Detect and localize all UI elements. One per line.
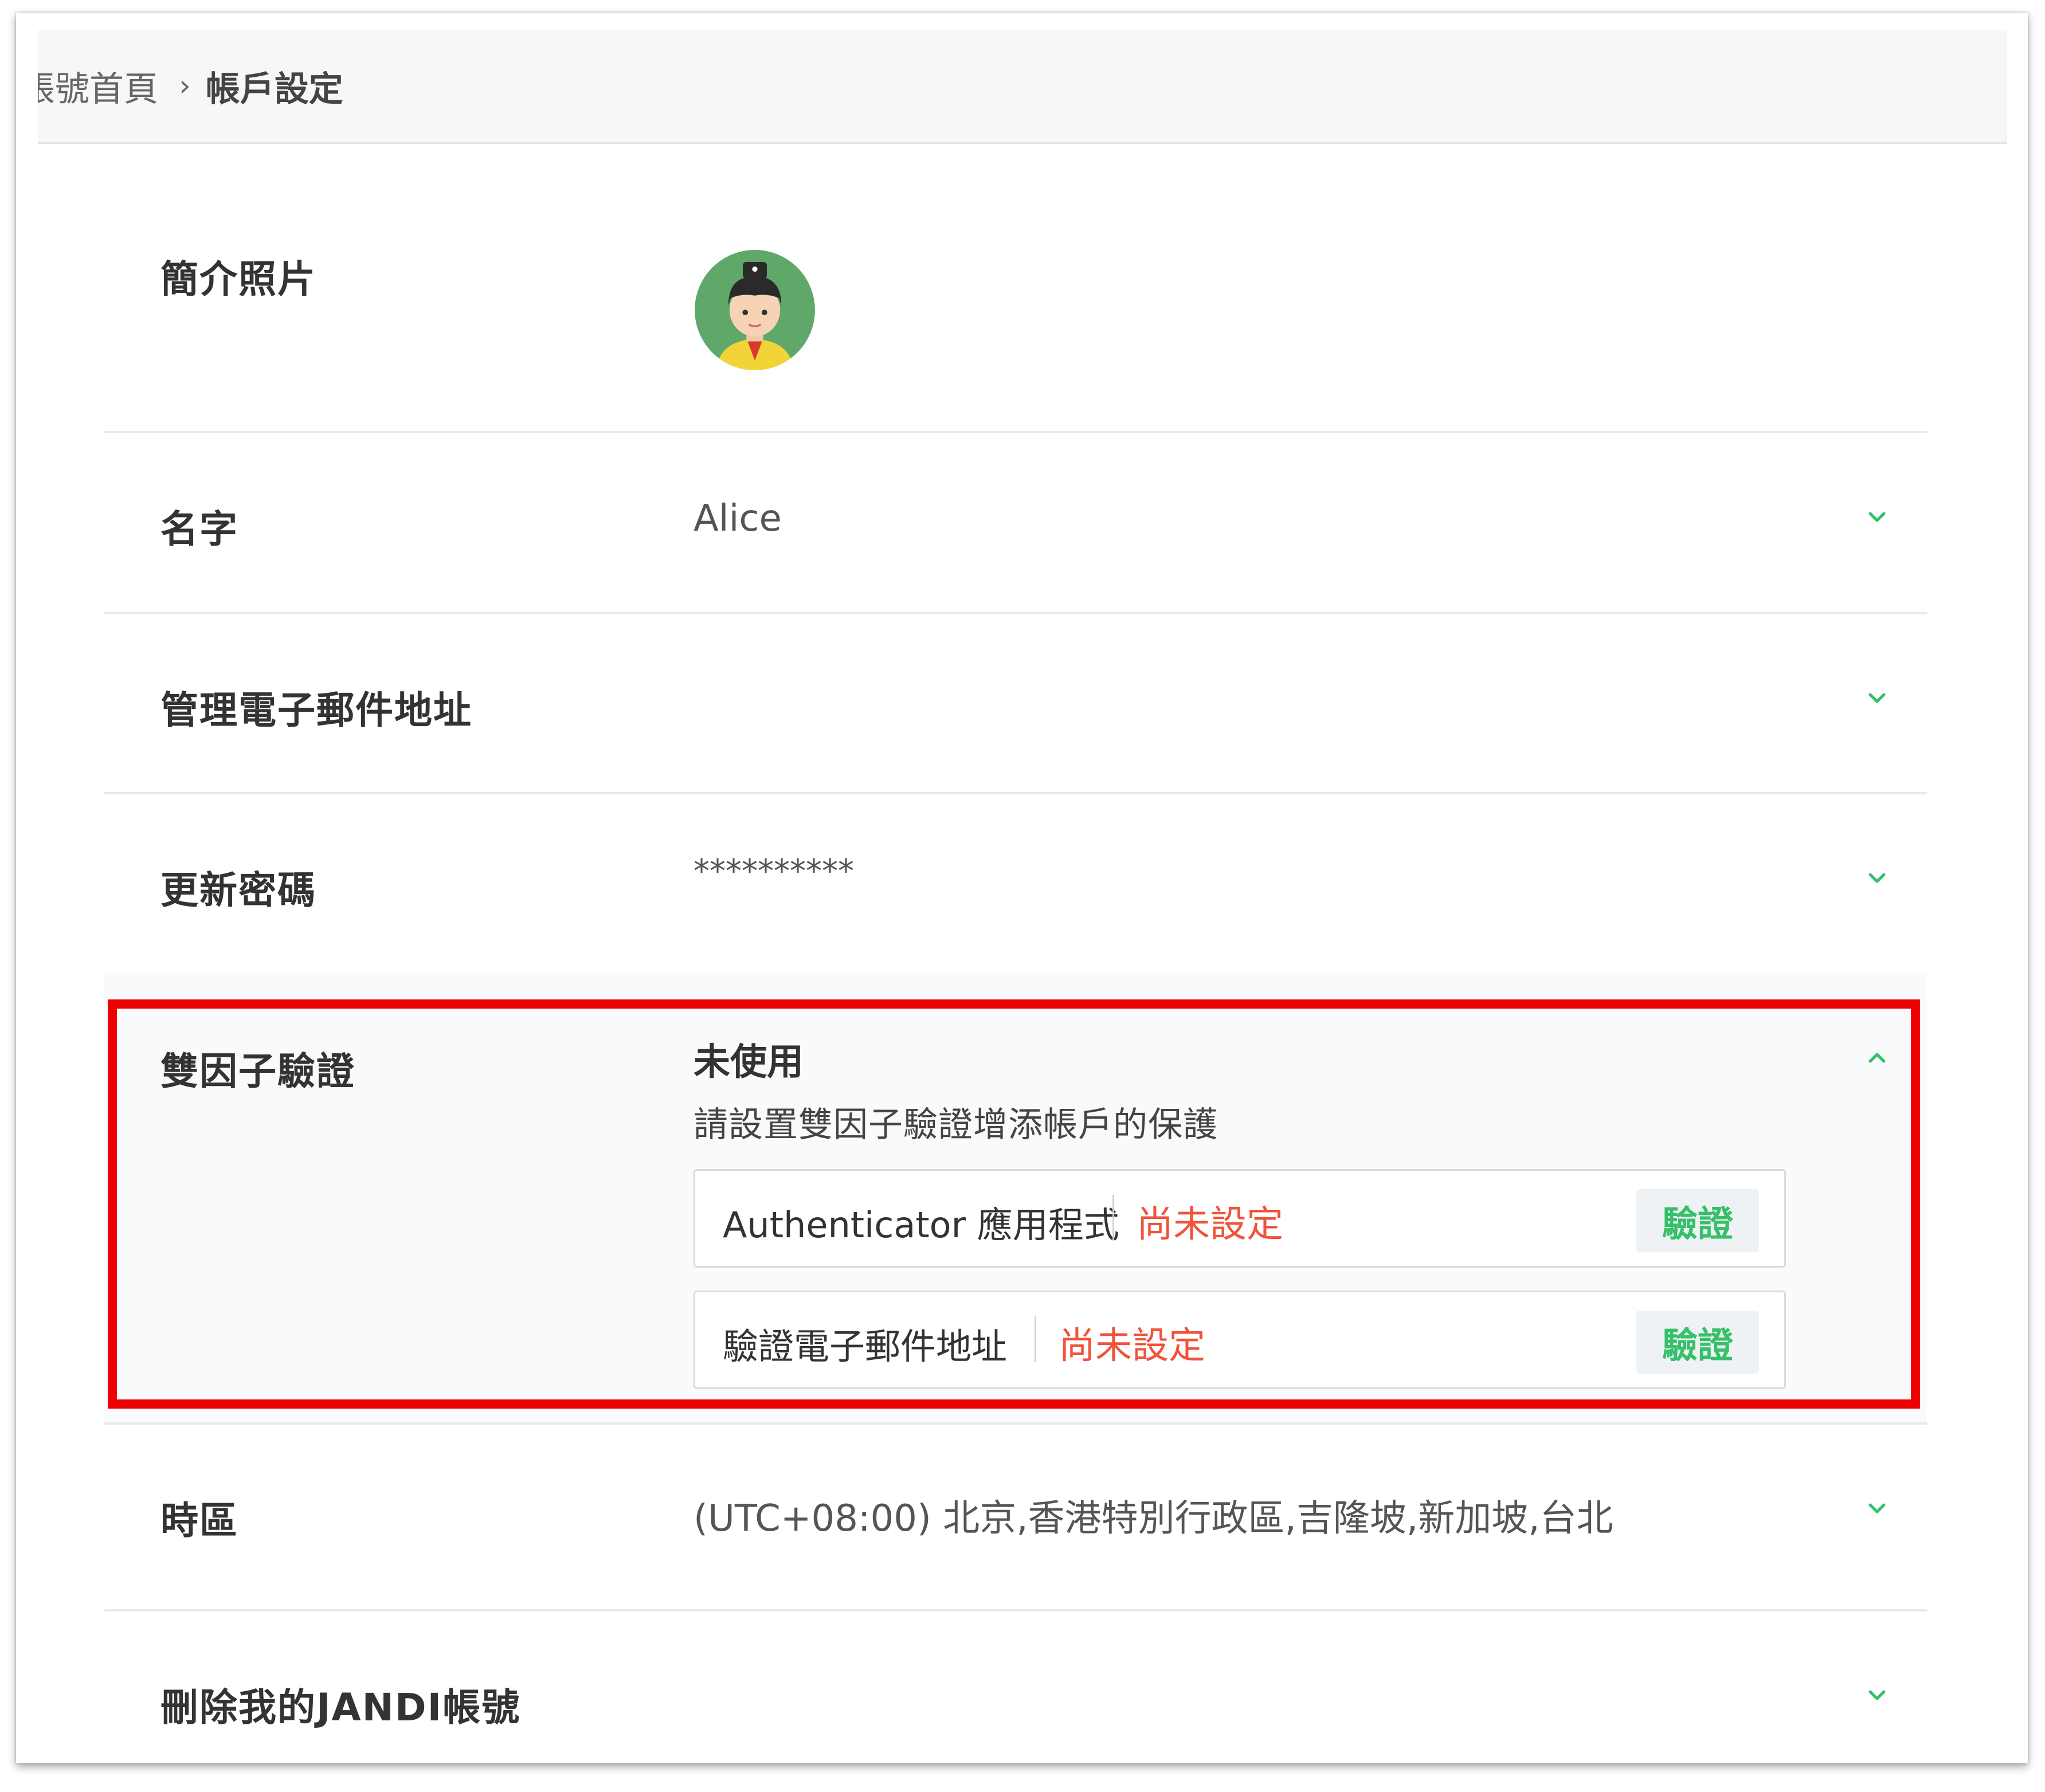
two-factor-row: 雙因子驗證 未使用 請設置雙因子驗證增添帳戶的保護 Authenticator … xyxy=(104,973,1927,1425)
breadcrumb-current: 帳戶設定 xyxy=(205,69,343,109)
two-factor-status: 未使用 xyxy=(694,1041,804,1084)
timezone-label: 時區 xyxy=(160,1499,238,1543)
email-verification-method: 驗證電子郵件地址 尚未設定 驗證 xyxy=(694,1291,1786,1389)
chevron-up-icon[interactable] xyxy=(1867,1048,1887,1067)
timezone-row[interactable]: 時區 (UTC+08:00) 北京,香港特別行政區,吉隆坡,新加坡,台北 xyxy=(104,1422,1927,1611)
name-row[interactable]: 名字 Alice xyxy=(104,431,1927,614)
breadcrumb-separator-icon: › xyxy=(179,69,191,103)
profile-photo-label: 簡介照片 xyxy=(160,257,316,301)
avatar[interactable] xyxy=(695,250,815,370)
chevron-down-icon[interactable] xyxy=(1867,1499,1887,1519)
avatar-image xyxy=(695,250,815,370)
timezone-value: (UTC+08:00) 北京,香港特別行政區,吉隆坡,新加坡,台北 xyxy=(694,1497,1613,1540)
chevron-down-icon[interactable] xyxy=(1867,508,1887,527)
admin-email-row[interactable]: 管理電子郵件地址 xyxy=(104,612,1927,794)
password-label: 更新密碼 xyxy=(160,868,316,912)
password-row[interactable]: 更新密碼 ********** xyxy=(104,792,1927,975)
name-label: 名字 xyxy=(160,507,238,551)
delete-account-label: 刪除我的JANDI帳號 xyxy=(160,1685,521,1730)
email-verification-status: 尚未設定 xyxy=(1059,1325,1205,1367)
admin-email-label: 管理電子郵件地址 xyxy=(160,688,472,732)
name-value: Alice xyxy=(694,497,782,540)
breadcrumb: 帳號首頁 › 帳戶設定 xyxy=(38,30,2007,144)
two-factor-label: 雙因子驗證 xyxy=(160,1049,355,1093)
method-divider xyxy=(1035,1316,1036,1362)
two-factor-description: 請設置雙因子驗證增添帳戶的保護 xyxy=(694,1105,1218,1145)
breadcrumb-home-link[interactable]: 帳號首頁 xyxy=(38,61,158,111)
authenticator-app-label: Authenticator 應用程式 xyxy=(723,1204,1119,1246)
method-divider xyxy=(1112,1195,1114,1241)
chevron-down-icon[interactable] xyxy=(1867,689,1887,708)
chevron-down-icon[interactable] xyxy=(1867,1686,1887,1705)
verify-email-button[interactable]: 驗證 xyxy=(1636,1311,1759,1374)
verify-authenticator-button[interactable]: 驗證 xyxy=(1636,1189,1759,1252)
profile-photo-row: 簡介照片 xyxy=(104,158,1927,433)
chevron-down-icon[interactable] xyxy=(1867,869,1887,888)
account-settings-panel: 帳號首頁 › 帳戶設定 簡介照片 名字 Alice xyxy=(16,13,2028,1763)
email-verification-label: 驗證電子郵件地址 xyxy=(723,1326,1008,1367)
password-value: ********** xyxy=(694,853,854,890)
authenticator-app-method: Authenticator 應用程式 尚未設定 驗證 xyxy=(694,1169,1786,1268)
delete-account-row[interactable]: 刪除我的JANDI帳號 xyxy=(104,1609,1927,1763)
authenticator-app-status: 尚未設定 xyxy=(1137,1203,1283,1246)
